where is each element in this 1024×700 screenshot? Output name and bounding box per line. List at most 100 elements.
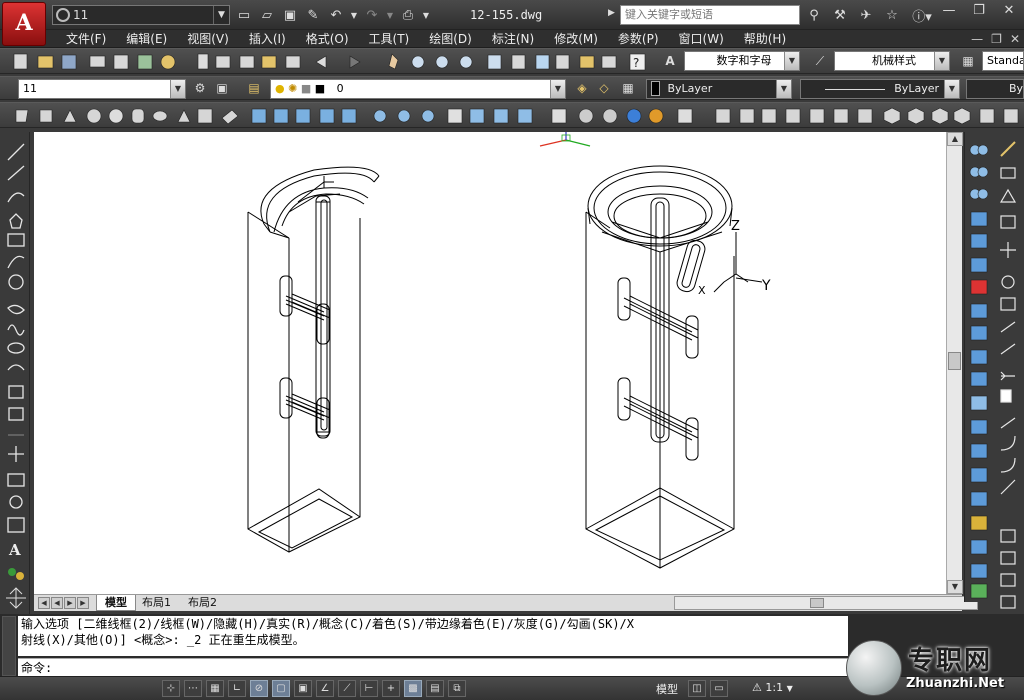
application-menu-button[interactable]: A bbox=[2, 2, 46, 46]
comm-center-icon[interactable]: ✈ bbox=[855, 5, 877, 25]
undo-icon[interactable]: ↶ bbox=[326, 5, 346, 25]
qat-dropdown-icon[interactable]: ▼ bbox=[421, 5, 431, 25]
model-space-label[interactable]: 模型 bbox=[656, 681, 678, 697]
menu-insert[interactable]: 插入(I) bbox=[239, 30, 296, 48]
maximize-icon[interactable]: ❐ bbox=[964, 0, 994, 22]
vertical-scrollbar[interactable]: ▲ ▼ bbox=[946, 132, 963, 594]
right-3d-object[interactable] bbox=[585, 165, 749, 569]
quick-view-layouts-icon[interactable]: ◫ bbox=[688, 680, 706, 697]
scroll-down-icon[interactable]: ▼ bbox=[947, 580, 963, 594]
menu-edit[interactable]: 编辑(E) bbox=[116, 30, 177, 48]
ucs-manager-icon[interactable]: ▣ bbox=[212, 78, 232, 98]
command-window-grip[interactable] bbox=[2, 616, 16, 676]
gear-icon[interactable]: ⚙ bbox=[190, 78, 210, 98]
command-input[interactable]: 命令: bbox=[18, 658, 848, 676]
layer-select[interactable]: ● ✺ ■ ■ 0 ▼ bbox=[270, 79, 566, 99]
chevron-down-icon[interactable]: ▼ bbox=[784, 52, 799, 70]
table-style-select[interactable]: Standa bbox=[982, 51, 1024, 71]
vertical-scroll-thumb[interactable] bbox=[948, 352, 961, 370]
dim-style-select[interactable]: 机械样式 ▼ bbox=[834, 51, 950, 71]
selection-cycling-icon[interactable]: ⧉ bbox=[448, 680, 466, 697]
doc-close-icon[interactable]: ✕ bbox=[1010, 30, 1020, 48]
left-3d-object[interactable] bbox=[247, 166, 380, 553]
lineweight-icon[interactable]: + bbox=[382, 680, 400, 697]
text-style-icon[interactable]: A bbox=[660, 51, 680, 71]
tab-model[interactable]: 模型 bbox=[96, 595, 136, 611]
dynamic-input-icon[interactable]: ⊢ bbox=[360, 680, 378, 697]
ucs-select[interactable]: 11 ▼ bbox=[18, 79, 186, 99]
tab-layout2[interactable]: 布局2 bbox=[180, 595, 225, 611]
tab-next-icon[interactable]: ▶ bbox=[64, 597, 76, 609]
chevron-down-icon[interactable]: ▼ bbox=[934, 52, 949, 70]
lineweight-select[interactable]: By bbox=[966, 79, 1024, 99]
menu-dimension[interactable]: 标注(N) bbox=[482, 30, 544, 48]
layer-state-icon[interactable]: ▦ bbox=[618, 78, 638, 98]
3d-osnap-icon[interactable]: ▣ bbox=[294, 680, 312, 697]
sun-icon[interactable]: ✺ bbox=[288, 82, 297, 95]
chevron-down-icon[interactable]: ▼ bbox=[170, 80, 185, 98]
ortho-mode-icon[interactable]: ∟ bbox=[228, 680, 246, 697]
polar-tracking-icon[interactable]: ⊘ bbox=[250, 680, 268, 697]
text-style-select[interactable]: 数字和字母 ▼ bbox=[684, 51, 800, 71]
chevron-down-icon[interactable]: ▼ bbox=[944, 80, 959, 98]
save-icon[interactable]: ▣ bbox=[280, 5, 300, 25]
print-icon[interactable]: ⎙ bbox=[398, 5, 418, 25]
object-snap-tracking-icon[interactable]: ∠ bbox=[316, 680, 334, 697]
save-as-icon[interactable]: ✎ bbox=[303, 5, 323, 25]
make-current-layer-icon[interactable]: ◈ bbox=[572, 78, 592, 98]
menu-format[interactable]: 格式(O) bbox=[296, 30, 359, 48]
chevron-down-icon[interactable]: ▼ bbox=[776, 80, 791, 98]
grid-display-icon[interactable]: ▦ bbox=[206, 680, 224, 697]
scroll-up-icon[interactable]: ▲ bbox=[947, 132, 963, 146]
binoculars-icon[interactable]: ⚲ bbox=[803, 5, 825, 25]
horizontal-scrollbar[interactable] bbox=[674, 596, 978, 610]
help-icon[interactable]: ⓘ▾ bbox=[907, 5, 937, 25]
layer-previous-icon[interactable]: ◇ bbox=[594, 78, 614, 98]
model-space-canvas[interactable]: Z Y X bbox=[34, 132, 946, 594]
drawing-viewport[interactable]: Z Y X bbox=[34, 132, 946, 594]
menu-window[interactable]: 窗口(W) bbox=[669, 30, 734, 48]
open-file-icon[interactable]: ▱ bbox=[257, 5, 277, 25]
new-file-icon[interactable]: ▭ bbox=[234, 5, 254, 25]
quick-properties-icon[interactable]: ▤ bbox=[426, 680, 444, 697]
undo-dropdown-icon[interactable]: ▼ bbox=[349, 5, 359, 25]
close-icon[interactable]: ✕ bbox=[994, 0, 1024, 22]
tab-first-icon[interactable]: ◀ bbox=[38, 597, 50, 609]
menu-parametric[interactable]: 参数(P) bbox=[608, 30, 669, 48]
menu-draw[interactable]: 绘图(D) bbox=[419, 30, 482, 48]
chevron-down-icon[interactable]: ▼ bbox=[213, 6, 229, 24]
transparency-icon[interactable]: ▩ bbox=[404, 680, 422, 697]
lock-icon[interactable]: ■ bbox=[301, 82, 311, 95]
quick-view-drawings-icon[interactable]: ▭ bbox=[710, 680, 728, 697]
menu-help[interactable]: 帮助(H) bbox=[734, 30, 796, 48]
infer-constraints-icon[interactable]: ⊹ bbox=[162, 680, 180, 697]
layer-properties-icon[interactable]: ▤ bbox=[244, 78, 264, 98]
doc-minimize-icon[interactable]: — bbox=[971, 30, 983, 48]
annotation-scale[interactable]: ⚠ 1:1 ▼ bbox=[752, 681, 793, 694]
minimize-icon[interactable]: — bbox=[934, 0, 964, 22]
linetype-select[interactable]: ByLayer ▼ bbox=[800, 79, 960, 99]
search-input[interactable]: 键入关键字或短语 bbox=[620, 5, 800, 25]
horizontal-scroll-thumb[interactable] bbox=[810, 598, 824, 608]
chevron-down-icon[interactable]: ▼ bbox=[550, 80, 565, 98]
dynamic-ucs-icon[interactable]: ⟋ bbox=[338, 680, 356, 697]
favorites-star-icon[interactable]: ☆ bbox=[881, 5, 903, 25]
lightbulb-icon[interactable]: ● bbox=[275, 82, 285, 95]
menu-view[interactable]: 视图(V) bbox=[177, 30, 239, 48]
snap-mode-icon[interactable]: ⋯ bbox=[184, 680, 202, 697]
workspace-selector[interactable]: 11 ▼ bbox=[52, 5, 230, 25]
search-arrow-icon[interactable]: ▶ bbox=[608, 8, 615, 18]
menu-tools[interactable]: 工具(T) bbox=[359, 30, 420, 48]
redo-icon[interactable]: ↷ bbox=[362, 5, 382, 25]
tab-layout1[interactable]: 布局1 bbox=[134, 595, 179, 611]
menu-modify[interactable]: 修改(M) bbox=[544, 30, 608, 48]
tab-last-icon[interactable]: ▶ bbox=[77, 597, 89, 609]
tools-icon[interactable]: ⚒ bbox=[829, 5, 851, 25]
chevron-down-icon[interactable]: ▼ bbox=[787, 684, 793, 693]
object-snap-icon[interactable]: ▢ bbox=[272, 680, 290, 697]
tab-prev-icon[interactable]: ◀ bbox=[51, 597, 63, 609]
dim-style-icon[interactable]: ⟋ bbox=[810, 51, 830, 71]
doc-restore-icon[interactable]: ❐ bbox=[991, 30, 1002, 48]
redo-dropdown-icon[interactable]: ▼ bbox=[385, 5, 395, 25]
table-style-icon[interactable]: ▦ bbox=[958, 51, 978, 71]
